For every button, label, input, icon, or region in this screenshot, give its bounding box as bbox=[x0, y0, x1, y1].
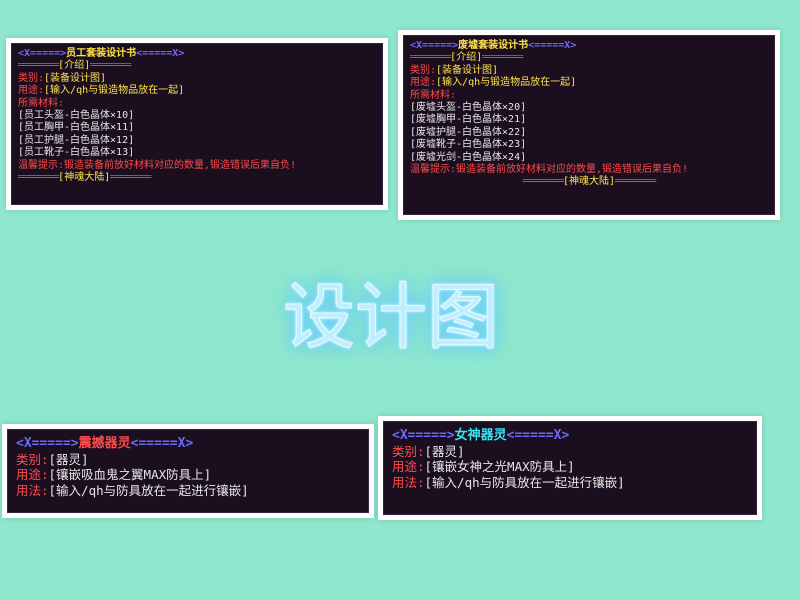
intro-row: ════════[介绍]════════ bbox=[18, 60, 376, 72]
footer-row: ════════[神魂大陆]════════ bbox=[410, 176, 768, 188]
ribbon-right: ════════ bbox=[615, 176, 656, 188]
use-label: 用途: bbox=[392, 459, 425, 474]
materials-label: 所需材料: bbox=[18, 97, 65, 109]
type-value: [装备设计图] bbox=[44, 72, 107, 84]
ribbon-left: ════════ bbox=[18, 172, 59, 184]
use-value: [输入/qh与锻造物品放在一起] bbox=[436, 77, 577, 89]
ruins-design-card: <X=====>废墟套装设计书<=====X> ════════[介绍]════… bbox=[398, 30, 780, 220]
intro-heading: [介绍] bbox=[450, 52, 483, 64]
footer-text: [神魂大陆] bbox=[562, 176, 616, 188]
type-label: 类别: bbox=[392, 443, 425, 459]
use-value: [输入/qh与锻造物品放在一起] bbox=[44, 85, 185, 97]
card-title: 女神器灵 bbox=[454, 428, 507, 443]
use-row: 用途:[镶嵌女神之光MAX防具上] bbox=[392, 459, 748, 475]
title-deco-left: <X=====> bbox=[18, 48, 67, 59]
type-label: 类别: bbox=[16, 451, 49, 467]
use-label: 用途: bbox=[18, 85, 45, 97]
warning-text: 温馨提示:锻造装备前放好材料对应的数量,锻造错误后果自负! bbox=[410, 164, 689, 176]
intro-heading: [介绍] bbox=[58, 60, 91, 72]
card-title-row: <X=====>震撼器灵<=====X> bbox=[16, 436, 360, 452]
method-row: 用法:[输入/qh与防具放在一起进行镶嵌] bbox=[16, 483, 360, 499]
employee-tooltip: <X=====>员工套装设计书<=====X> ════════[介绍]════… bbox=[11, 43, 383, 205]
type-value: [装备设计图] bbox=[436, 64, 499, 76]
use-row: 用途:[镶嵌吸血鬼之翼MAX防具上] bbox=[16, 467, 360, 483]
card-title-row: <X=====>女神器灵<=====X> bbox=[392, 428, 748, 444]
material-item: [员工护腿-白色晶体×12] bbox=[18, 134, 135, 146]
ribbon-right: ════════ bbox=[90, 60, 131, 72]
type-row: 类别:[器灵] bbox=[16, 452, 360, 468]
type-row: 类别:[装备设计图] bbox=[410, 65, 768, 77]
material-item: [废墟护腿-白色晶体×22] bbox=[410, 126, 527, 138]
ribbon-left: ════════ bbox=[522, 176, 564, 188]
design-title: 设计图 bbox=[282, 275, 499, 360]
use-row: 用途:[输入/qh与锻造物品放在一起] bbox=[410, 77, 768, 89]
card-title: 员工套装设计书 bbox=[66, 48, 137, 59]
method-row: 用法:[输入/qh与防具放在一起进行镶嵌] bbox=[392, 475, 748, 491]
goddess-tooltip: <X=====>女神器灵<=====X> 类别:[器灵] 用途:[镶嵌女神之光M… bbox=[383, 421, 757, 515]
ruins-tooltip: <X=====>废墟套装设计书<=====X> ════════[介绍]════… bbox=[403, 35, 775, 215]
method-value: [输入/qh与防具放在一起进行镶嵌] bbox=[424, 474, 625, 490]
footer-row: ════════[神魂大陆]════════ bbox=[18, 172, 376, 184]
footer-text: [神魂大陆] bbox=[58, 172, 111, 184]
ribbon-left: ════════ bbox=[410, 52, 451, 64]
title-deco-right: <=====X> bbox=[506, 428, 570, 443]
type-row: 类别:[装备设计图] bbox=[18, 73, 376, 85]
goddess-soul-card: <X=====>女神器灵<=====X> 类别:[器灵] 用途:[镶嵌女神之光M… bbox=[378, 416, 762, 520]
title-deco-left: <X=====> bbox=[392, 428, 455, 443]
use-row: 用途:[输入/qh与锻造物品放在一起] bbox=[18, 85, 376, 97]
material-item: [废墟靴子-白色晶体×23] bbox=[410, 139, 527, 151]
material-item: [员工胸甲-白色晶体×11] bbox=[18, 122, 135, 134]
material-item: [员工头盔-白色晶体×10] bbox=[18, 110, 135, 122]
type-value: [器灵] bbox=[424, 443, 465, 459]
use-label: 用途: bbox=[410, 77, 437, 89]
type-value: [器灵] bbox=[48, 451, 89, 467]
type-row: 类别:[器灵] bbox=[392, 444, 748, 460]
use-value: [镶嵌女神之光MAX防具上] bbox=[424, 459, 575, 474]
ribbon-right: ════════ bbox=[482, 52, 523, 64]
use-value: [镶嵌吸血鬼之翼MAX防具上] bbox=[48, 467, 212, 482]
type-label: 类别: bbox=[18, 72, 45, 84]
warning-text: 温馨提示:锻造装备前放好材料对应的数量,锻造错误后果自负! bbox=[18, 159, 297, 171]
materials-label: 所需材料: bbox=[410, 89, 457, 101]
title-deco-left: <X=====> bbox=[16, 436, 79, 451]
vampire-soul-card: <X=====>震撼器灵<=====X> 类别:[器灵] 用途:[镶嵌吸血鬼之翼… bbox=[2, 424, 374, 518]
title-deco-right: <=====X> bbox=[528, 40, 577, 51]
employee-design-card: <X=====>员工套装设计书<=====X> ════════[介绍]════… bbox=[6, 38, 388, 210]
ribbon-right: ════════ bbox=[110, 172, 151, 184]
material-item: [废墟头盔-白色晶体×20] bbox=[410, 102, 527, 114]
material-item: [废墟胸甲-白色晶体×21] bbox=[410, 114, 527, 126]
material-item: [废墟光剑-白色晶体×24] bbox=[410, 151, 527, 163]
card-title: 废墟套装设计书 bbox=[458, 40, 529, 51]
type-label: 类别: bbox=[410, 64, 437, 76]
card-title: 震撼器灵 bbox=[78, 436, 131, 451]
vampire-tooltip: <X=====>震撼器灵<=====X> 类别:[器灵] 用途:[镶嵌吸血鬼之翼… bbox=[7, 429, 369, 513]
title-deco-right: <=====X> bbox=[130, 436, 194, 451]
ribbon-left: ════════ bbox=[18, 60, 59, 72]
title-deco-right: <=====X> bbox=[136, 48, 185, 59]
card-title-row: <X=====>员工套装设计书<=====X> bbox=[18, 48, 376, 60]
method-label: 用法: bbox=[392, 474, 425, 490]
card-title-row: <X=====>废墟套装设计书<=====X> bbox=[410, 40, 768, 52]
title-deco-left: <X=====> bbox=[410, 40, 459, 51]
use-label: 用途: bbox=[16, 467, 49, 482]
method-label: 用法: bbox=[16, 482, 49, 498]
method-value: [输入/qh与防具放在一起进行镶嵌] bbox=[48, 482, 249, 498]
material-item: [员工靴子-白色晶体×13] bbox=[18, 147, 135, 159]
intro-row: ════════[介绍]════════ bbox=[410, 52, 768, 64]
